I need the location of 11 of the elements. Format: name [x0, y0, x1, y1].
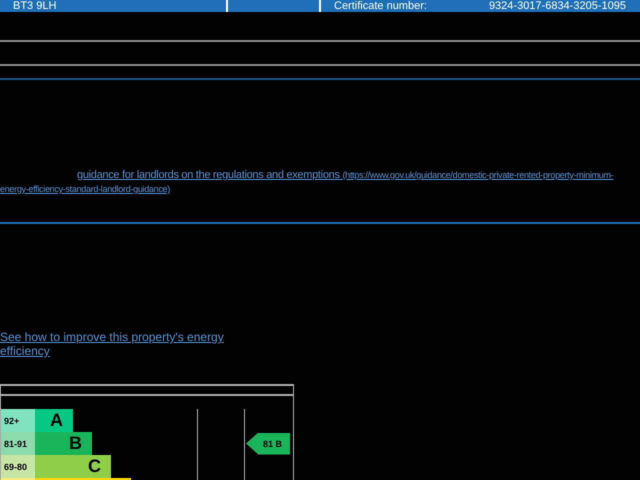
- rating-band: A: [35, 409, 73, 432]
- guidance-link[interactable]: guidance for landlords on the regulations and exemptions (https://www.gov.uk/guidance/domestic-private-rented-property-minimum-energy-efficiency-standard-landlord-guidance): [0, 168, 620, 196]
- improve-efficiency-link[interactable]: See how to improve this property's energy efficiency: [0, 330, 250, 358]
- certificate-number: 9324-3017-6834-3205-1095: [488, 0, 626, 12]
- score-cell: 81-91: [1, 432, 35, 455]
- certificate-label: Certificate number:: [334, 0, 427, 12]
- rating-band: B: [35, 432, 92, 455]
- score-cell: 69-80: [1, 455, 35, 478]
- rating-band: C: [35, 455, 111, 478]
- score-cell: 92+: [1, 409, 35, 432]
- postcode-text: BT3 9LH: [13, 0, 56, 12]
